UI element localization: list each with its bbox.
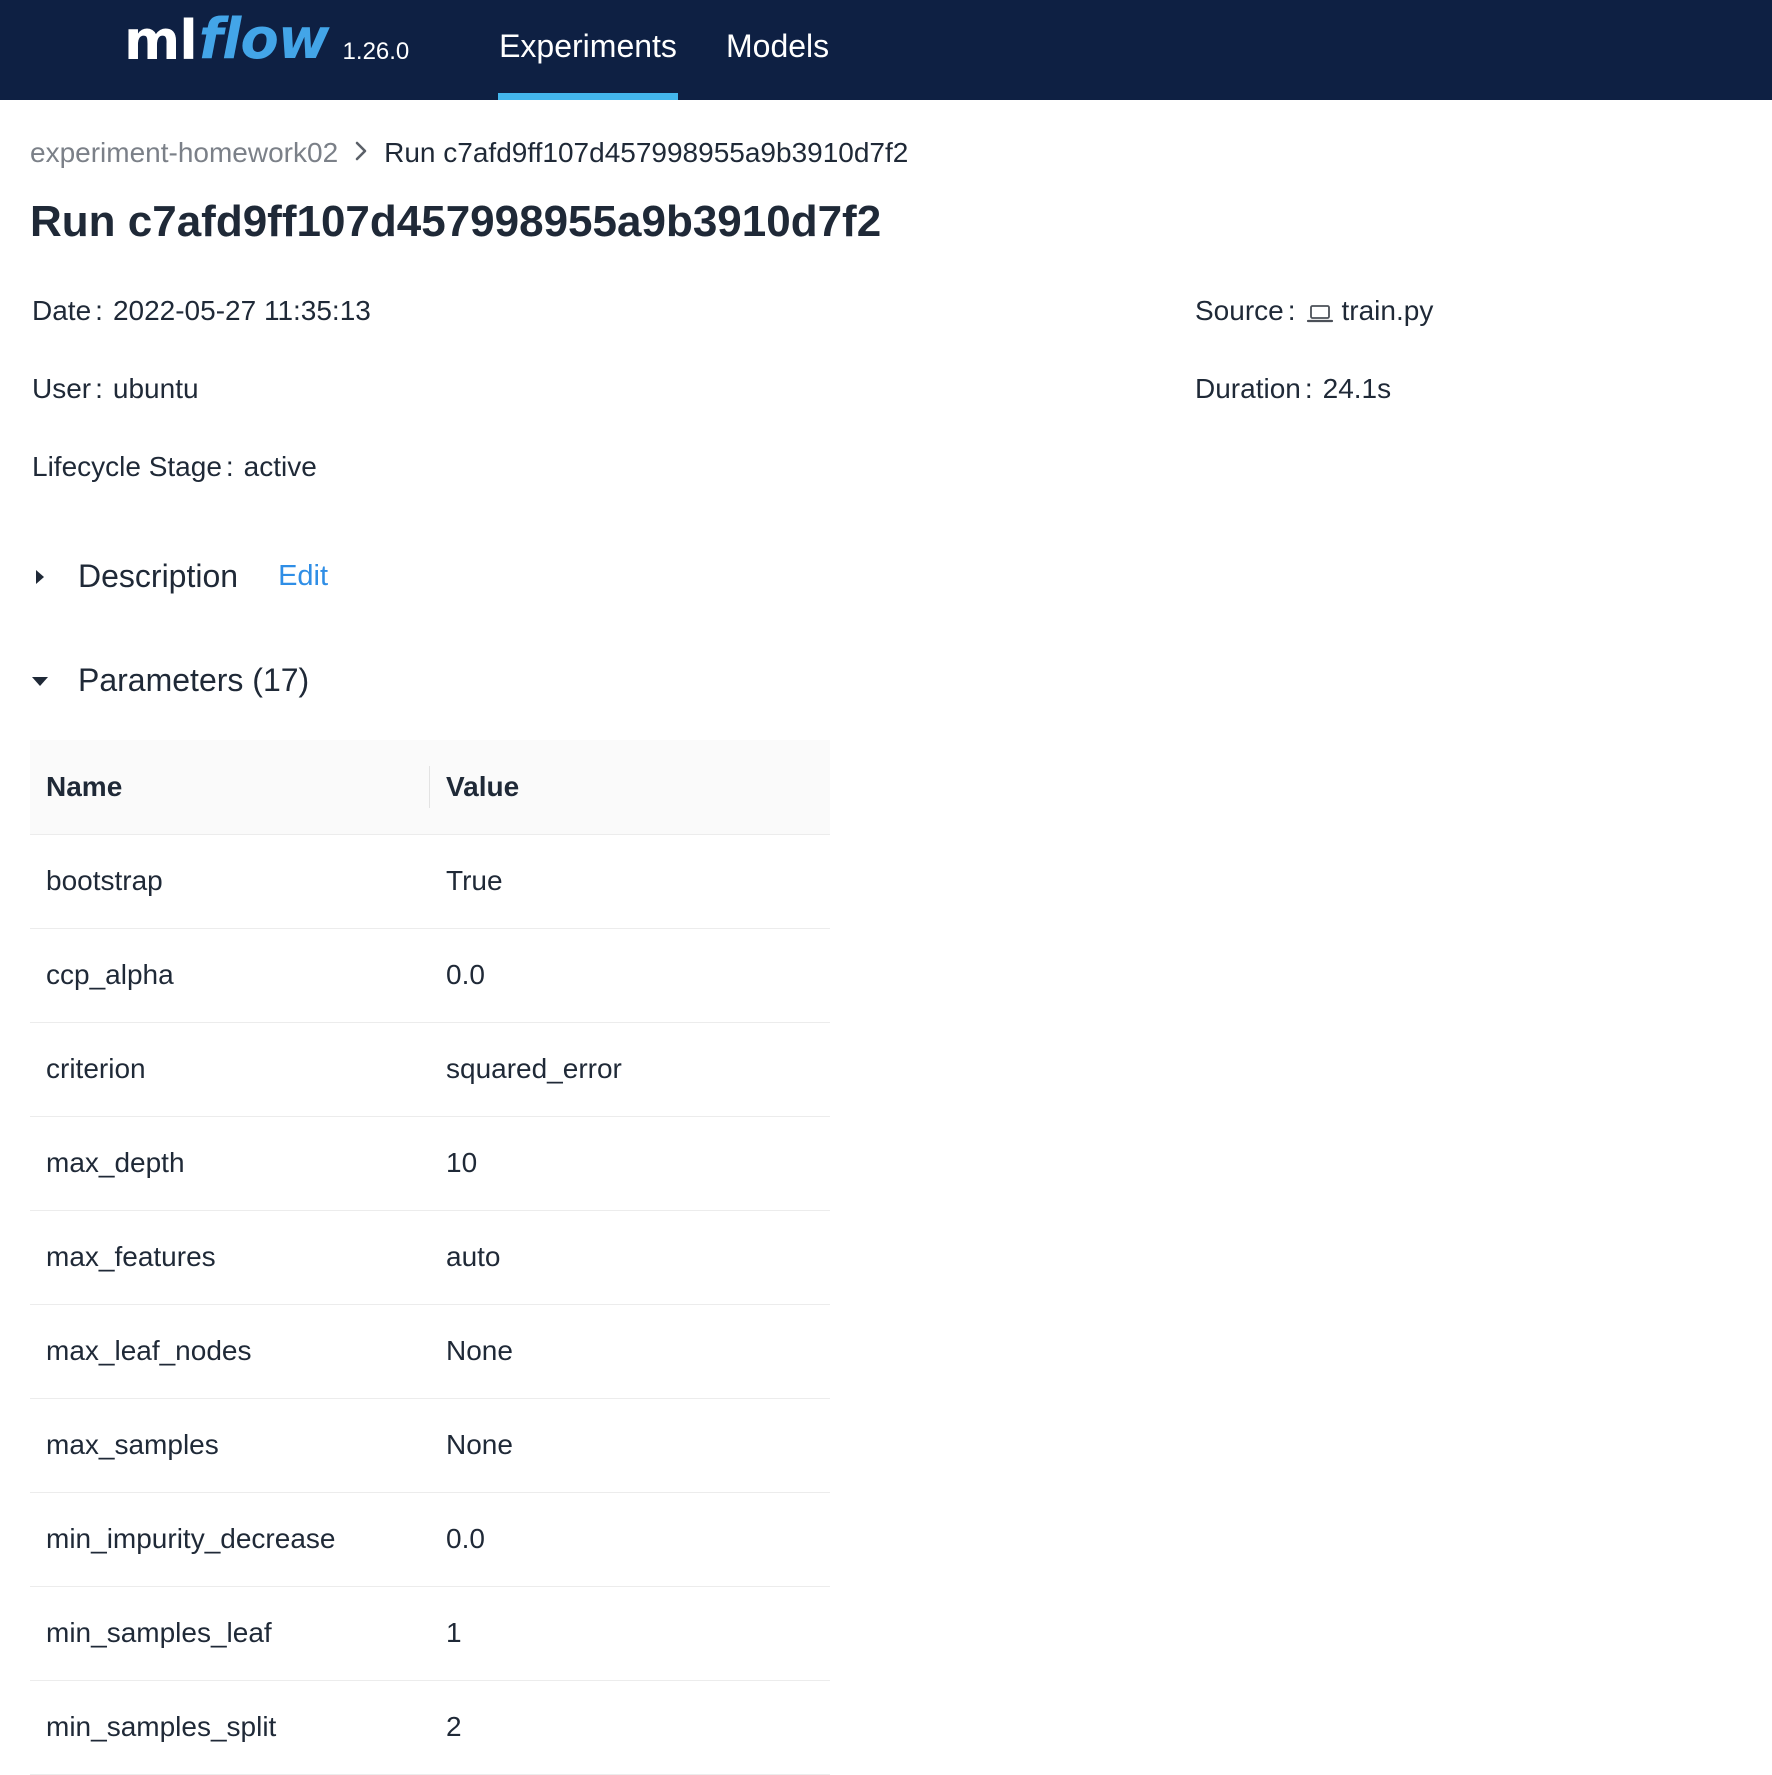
table-row: max_depth 10 (30, 1116, 830, 1211)
param-value: None (430, 1304, 830, 1399)
mlflow-logo[interactable]: ml flow 1.26.0 (124, 2, 409, 84)
description-section: Description Edit (30, 558, 328, 595)
param-value: 2 (430, 1680, 830, 1775)
tab-experiments-label: Experiments (499, 27, 677, 64)
param-value: auto (430, 1210, 830, 1305)
tab-experiments[interactable]: Experiments (498, 0, 678, 100)
run-user-label: User (32, 373, 103, 405)
run-lifecycle-stage: Lifecycle Stage active (32, 451, 317, 483)
parameters-table: Name Value bootstrap True ccp_alpha 0.0 … (30, 740, 830, 1775)
table-header-row: Name Value (30, 740, 830, 835)
param-name: min_samples_leaf (30, 1586, 430, 1681)
table-row: min_samples_leaf 1 (30, 1586, 830, 1681)
caret-down-icon[interactable] (30, 671, 50, 691)
parameters-section: Parameters (17) (30, 662, 309, 699)
param-value: 1 (430, 1586, 830, 1681)
param-name: bootstrap (30, 834, 430, 929)
param-value: 0.0 (430, 1492, 830, 1587)
chevron-right-icon (338, 137, 384, 169)
run-date: Date 2022-05-27 11:35:13 (32, 295, 371, 327)
logo-flow-text: flow (198, 7, 330, 72)
run-date-label: Date (32, 295, 103, 327)
table-row: bootstrap True (30, 834, 830, 929)
param-name: criterion (30, 1022, 430, 1117)
run-duration-label: Duration (1195, 373, 1313, 405)
logo-ml-text: ml (124, 9, 198, 72)
param-name: max_leaf_nodes (30, 1304, 430, 1399)
laptop-icon (1306, 300, 1334, 323)
breadcrumb: experiment-homework02 Run c7afd9ff107d45… (30, 137, 908, 169)
param-value: squared_error (430, 1022, 830, 1117)
run-source-label: Source (1195, 295, 1296, 327)
description-edit-link[interactable]: Edit (278, 560, 328, 593)
param-name: min_impurity_decrease (30, 1492, 430, 1587)
run-source: Source train.py (1195, 295, 1433, 327)
run-lifecycle-stage-label: Lifecycle Stage (32, 451, 234, 483)
tab-models[interactable]: Models (726, 0, 829, 100)
page-title: Run c7afd9ff107d457998955a9b3910d7f2 (30, 197, 882, 246)
breadcrumb-current-run: Run c7afd9ff107d457998955a9b3910d7f2 (384, 137, 909, 168)
table-row: max_samples None (30, 1398, 830, 1493)
param-value: 10 (430, 1116, 830, 1211)
table-row: max_leaf_nodes None (30, 1304, 830, 1399)
run-duration: Duration 24.1s (1195, 373, 1391, 405)
run-date-value: 2022-05-27 11:35:13 (112, 295, 371, 326)
param-name: max_depth (30, 1116, 430, 1211)
table-row: min_samples_split 2 (30, 1680, 830, 1775)
param-name: max_features (30, 1210, 430, 1305)
breadcrumb-experiment-link[interactable]: experiment-homework02 (30, 137, 338, 169)
top-navigation-bar: ml flow 1.26.0 Experiments Models (0, 0, 1772, 100)
caret-right-icon[interactable] (30, 567, 50, 587)
run-lifecycle-stage-value: active (243, 451, 317, 482)
version-label: 1.26.0 (342, 38, 410, 65)
column-header-name[interactable]: Name (30, 740, 430, 835)
table-row: max_features auto (30, 1210, 830, 1305)
param-name: ccp_alpha (30, 928, 430, 1023)
run-user: User ubuntu (32, 373, 199, 405)
param-name: min_samples_split (30, 1680, 430, 1775)
run-source-value[interactable]: train.py (1342, 295, 1434, 327)
parameters-toggle[interactable]: Parameters (17) (78, 662, 309, 699)
table-row: min_impurity_decrease 0.0 (30, 1492, 830, 1587)
table-row: ccp_alpha 0.0 (30, 928, 830, 1023)
description-toggle[interactable]: Description (78, 558, 238, 595)
run-duration-value: 24.1s (1322, 373, 1392, 404)
param-value: True (430, 834, 830, 929)
table-row: criterion squared_error (30, 1022, 830, 1117)
param-value: 0.0 (430, 928, 830, 1023)
param-value: None (430, 1398, 830, 1493)
run-user-value: ubuntu (112, 373, 199, 404)
column-header-value[interactable]: Value (430, 740, 830, 835)
tab-models-label: Models (726, 27, 830, 64)
param-name: max_samples (30, 1398, 430, 1493)
